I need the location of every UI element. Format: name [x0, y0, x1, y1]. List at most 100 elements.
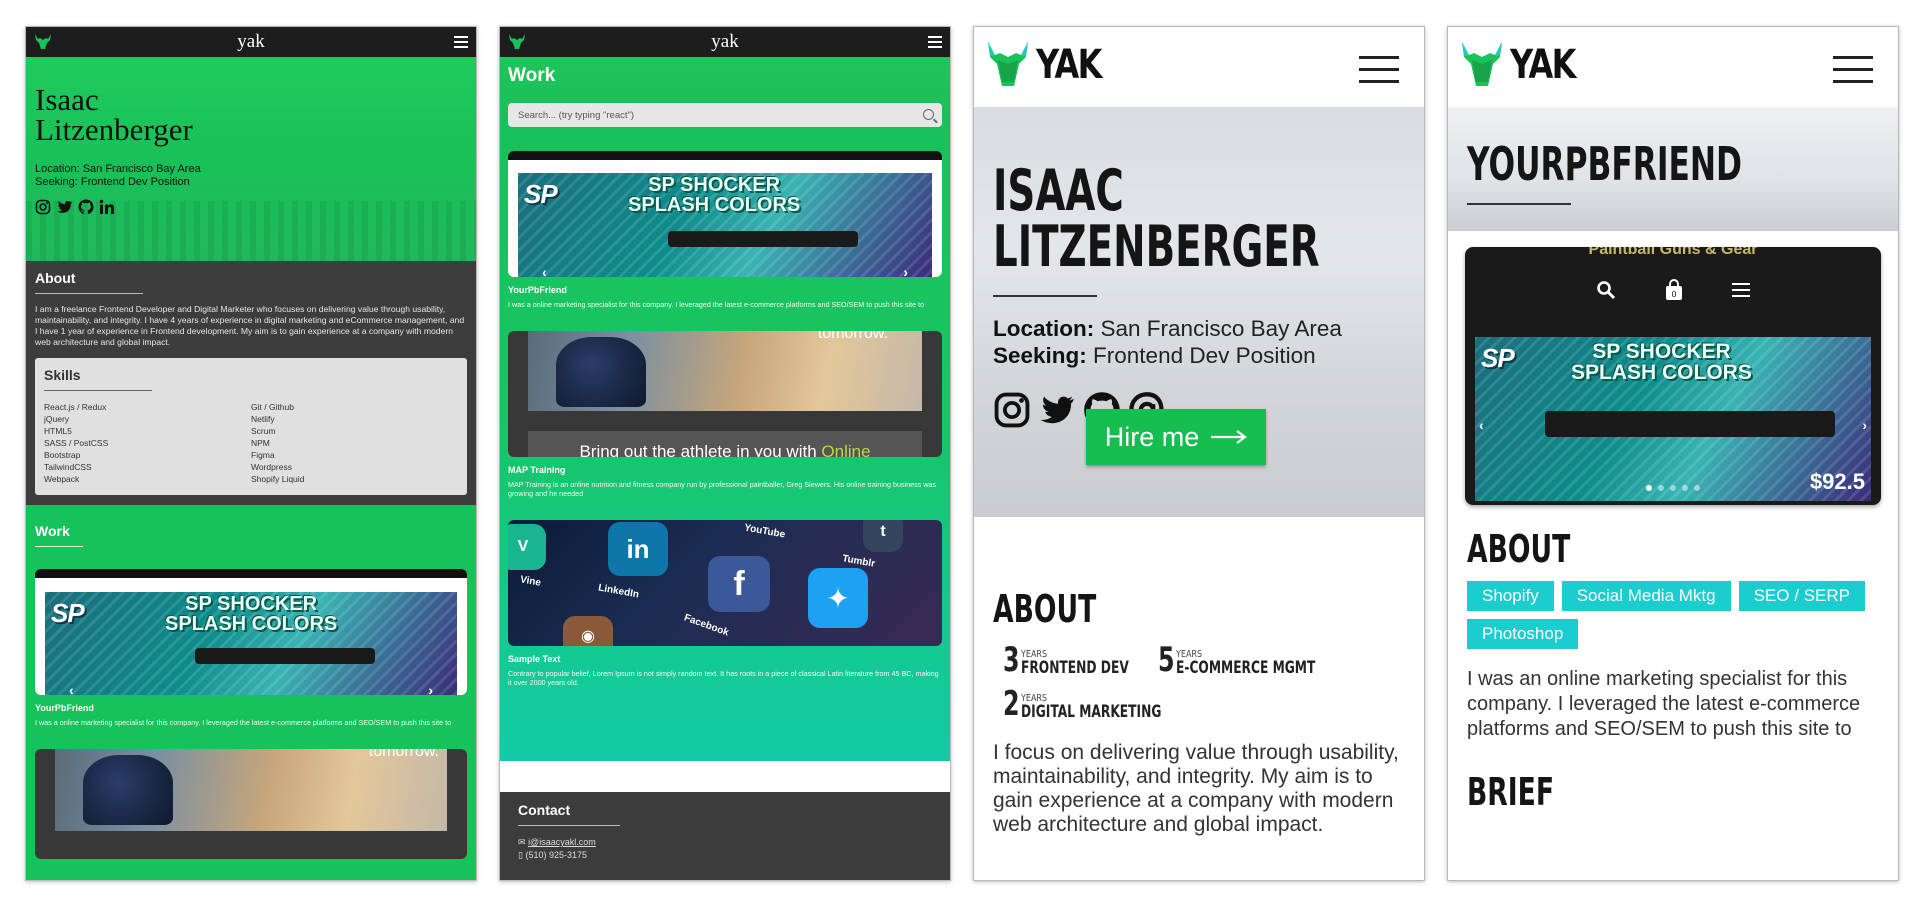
project-screenshot[interactable]: Paintball Guns & Gear 0 SP SP SHOCKER SPL… [1465, 247, 1881, 505]
arrow-right-icon [1211, 430, 1248, 444]
twitter-icon[interactable] [1038, 391, 1076, 429]
project-desc: MAP Training is an online nutrition and … [508, 480, 937, 498]
marker-gun [195, 648, 375, 664]
tag-photoshop[interactable]: Photoshop [1467, 619, 1579, 649]
instagram-icon[interactable] [993, 391, 1031, 429]
shop-header: Paintball Guns & Gear [1588, 247, 1758, 258]
yak-logo-icon[interactable] [34, 34, 52, 50]
about-section: ABOUT Shopify Social Media Mktg SEO / SE… [1448, 527, 1898, 814]
menu-icon[interactable] [454, 36, 468, 51]
project-title[interactable]: MAP Training [508, 465, 942, 475]
skill-item: Git / Github [251, 402, 294, 412]
github-icon[interactable] [78, 199, 94, 215]
skill-item: Bootstrap [44, 450, 81, 460]
contact-heading: Contact [518, 802, 571, 818]
carousel-next-icon[interactable]: › [903, 264, 908, 277]
seeking-text: Seeking: Frontend Dev Position [993, 343, 1316, 368]
top-nav: yak [26, 27, 476, 57]
yak-logo[interactable]: YAK [1460, 42, 1591, 88]
skill-item: SASS / PostCSS [44, 438, 109, 448]
project-card-image[interactable]: SP SP SHOCKER SPLASH COLORS ‹ › [35, 569, 467, 695]
yak-logo-icon[interactable] [508, 34, 526, 50]
project-desc: Contrary to popular belief, Lorem Ipsum … [508, 669, 939, 687]
location-text: Location: San Francisco Bay Area [35, 163, 201, 175]
search-icon[interactable] [1596, 280, 1616, 300]
work-heading: Work [35, 523, 70, 539]
experience-stats: 3 YEARS FRONTEND DEV 5 YEARS E-COMMERCE MG… [993, 639, 1405, 723]
project-title[interactable]: YourPbFriend [508, 285, 942, 295]
brand-name[interactable]: yak [237, 31, 264, 53]
skill-item: Scrum [251, 426, 276, 436]
facebook-label: Facebook [682, 612, 731, 639]
carousel-prev-icon[interactable]: ‹ [1479, 417, 1484, 433]
email-link[interactable]: i@isaacyakl.com [528, 837, 596, 847]
phone-icon: ▯ [518, 850, 523, 860]
work-divider [35, 546, 83, 547]
hire-me-button[interactable]: Hire me [1086, 409, 1266, 465]
product-banner: SP SP SHOCKER SPLASH COLORS [45, 592, 457, 695]
menu-icon[interactable] [928, 36, 942, 51]
seeking-text: Seeking: Frontend Dev Position [35, 176, 190, 188]
phone-link[interactable]: (510) 925-3175 [525, 850, 587, 860]
about-section: ABOUT 3 YEARS FRONTEND DEV 5 YEARS E-COMME… [974, 587, 1424, 837]
marker-gun [668, 231, 858, 247]
linkedin-app-icon: in [608, 522, 668, 576]
yak-logo[interactable]: YAK [986, 42, 1117, 88]
hero-divider [1467, 203, 1571, 205]
sp-logo: SP [524, 179, 558, 209]
work-header: Work Search... (try typing "react") [500, 57, 950, 127]
brand-name: YAK [1036, 42, 1102, 88]
project-card-image[interactable]: V in f ✦ t ◉ YouTube Tumblr Vine LinkedI… [508, 520, 942, 646]
search-icon[interactable] [923, 109, 934, 120]
phone-home-view: yak Isaac Litzenberger Location: San Fra… [25, 26, 477, 881]
menu-icon[interactable] [1732, 283, 1750, 297]
carousel-dots[interactable] [1646, 485, 1700, 491]
carousel-prev-icon[interactable]: ‹ [69, 682, 74, 695]
vine-label: Vine [519, 574, 542, 589]
project-card-image[interactable]: SP SP SHOCKER SPLASH COLORS ‹ › [508, 151, 942, 277]
skill-item: jQuery [44, 414, 70, 424]
shopping-bag-icon[interactable]: 0 [1664, 279, 1684, 301]
work-section: Work SP SP SHOCKER SPLASH COLORS ‹ › Your… [26, 505, 476, 880]
tag-list: Shopify Social Media Mktg SEO / SERP Pho… [1467, 581, 1879, 649]
brand-name: YAK [1510, 42, 1576, 88]
email-row[interactable]: ✉ i@isaacyakl.com [518, 836, 932, 849]
search-input[interactable]: Search... (try typing "react") [508, 103, 942, 127]
price-tag: $92.5 [1809, 469, 1865, 494]
carousel-next-icon[interactable]: › [1862, 417, 1867, 433]
about-section: About I am a freelance Frontend Develope… [26, 261, 476, 358]
vine-app-icon: V [508, 524, 546, 570]
instagram-app-icon: ◉ [563, 616, 613, 646]
stat-ecommerce: 5 YEARS E-COMMERCE MGMT [1158, 640, 1316, 680]
tag-seo[interactable]: SEO / SERP [1738, 581, 1865, 611]
brief-heading: BRIEF [1467, 770, 1554, 814]
project-card-image[interactable]: tomorrow. Bring out the athlete in you w… [508, 331, 942, 457]
tag-shopify[interactable]: Shopify [1467, 581, 1554, 611]
brand-name[interactable]: yak [711, 31, 738, 53]
menu-icon[interactable] [1833, 56, 1873, 92]
project-title: YOURPBFRIEND [1467, 137, 1742, 191]
project-card-image[interactable]: tomorrow. [35, 749, 467, 859]
search-placeholder: Search... (try typing "react") [518, 109, 635, 121]
carousel-next-icon[interactable]: › [428, 682, 433, 695]
phone-row[interactable]: ▯ (510) 925-3175 [518, 849, 932, 862]
skills-section: Skills React.js / Redux Git / Github jQu… [26, 358, 476, 505]
product-banner: SP SP SHOCKER SPLASH COLORS $92.5 ‹ › [1475, 337, 1871, 501]
person-info: Location: San Francisco Bay Area Seeking… [35, 163, 467, 189]
carousel-prev-icon[interactable]: ‹ [542, 264, 547, 277]
project-title[interactable]: Sample Text [508, 654, 942, 664]
project-title[interactable]: YourPbFriend [35, 703, 467, 713]
menu-icon[interactable] [1359, 56, 1399, 92]
stat-frontend: 3 YEARS FRONTEND DEV [1003, 640, 1129, 680]
skill-item: Netlify [251, 414, 275, 424]
linkedin-icon[interactable] [99, 199, 115, 215]
tag-social-media[interactable]: Social Media Mktg [1561, 581, 1731, 611]
twitter-icon[interactable] [56, 199, 73, 215]
hero-divider [993, 295, 1097, 297]
tumblr-app-icon: t [863, 520, 903, 552]
instagram-icon[interactable] [35, 199, 51, 215]
tagline-text: tomorrow. [368, 749, 439, 760]
contact-section: Contact ✉ i@isaacyakl.com ▯ (510) 925-31… [500, 792, 950, 880]
contact-divider [518, 825, 620, 826]
project-description: I was an online marketing specialist for… [1467, 668, 1861, 740]
